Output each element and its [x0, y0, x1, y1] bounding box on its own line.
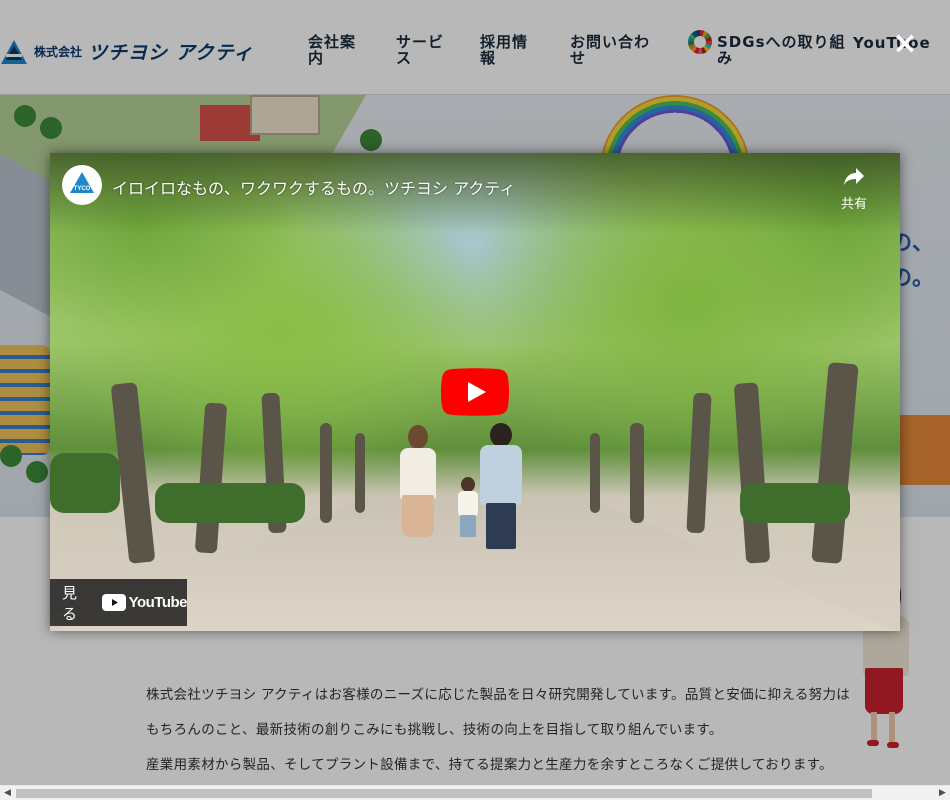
video-tree-trunk [355, 433, 365, 513]
close-icon[interactable]: × [891, 29, 919, 59]
play-icon [441, 368, 509, 416]
video-hedge [50, 453, 120, 513]
video-person [490, 423, 512, 447]
play-button[interactable] [441, 368, 509, 416]
video-tree-trunk [630, 423, 644, 523]
channel-avatar[interactable]: TYCO [62, 165, 102, 205]
video-title[interactable]: イロイロなもの、ワクワクするもの。ツチヨシ アクティ [112, 175, 515, 199]
video-person [460, 515, 476, 537]
scrollbar-thumb[interactable] [16, 789, 872, 798]
video-hedge [740, 483, 850, 523]
video-person [408, 425, 428, 449]
video-person [486, 503, 516, 549]
video-person [480, 445, 522, 505]
video-person [461, 477, 475, 492]
channel-avatar-text: TYCO [74, 186, 91, 192]
video-person [402, 495, 434, 537]
video-hedge [155, 483, 305, 523]
video-tree-trunk [590, 433, 600, 513]
watch-on-youtube-button[interactable]: 見る YouTube [50, 579, 188, 626]
youtube-logo-icon: YouTube [101, 594, 188, 611]
video-person [400, 448, 436, 500]
youtube-embed[interactable]: TYCO イロイロなもの、ワクワクするもの。ツチヨシ アクティ 共有 見る Yo… [50, 153, 900, 631]
scroll-left-icon[interactable]: ◀ [0, 786, 15, 800]
share-label: 共有 [840, 197, 867, 212]
video-tree-trunk [320, 423, 332, 523]
horizontal-scrollbar[interactable]: ◀ ▶ [0, 785, 950, 800]
share-button[interactable]: 共有 [836, 165, 872, 213]
youtube-wordmark: YouTube [128, 594, 188, 611]
video-modal-overlay[interactable]: × TYCO イロイロなもの、ワクワクするもの。ツチヨシ アクティ 共有 見る … [0, 0, 950, 800]
share-icon [842, 168, 866, 191]
watch-label: 見る [62, 583, 78, 623]
video-person [458, 491, 478, 517]
scroll-right-icon[interactable]: ▶ [935, 786, 950, 800]
